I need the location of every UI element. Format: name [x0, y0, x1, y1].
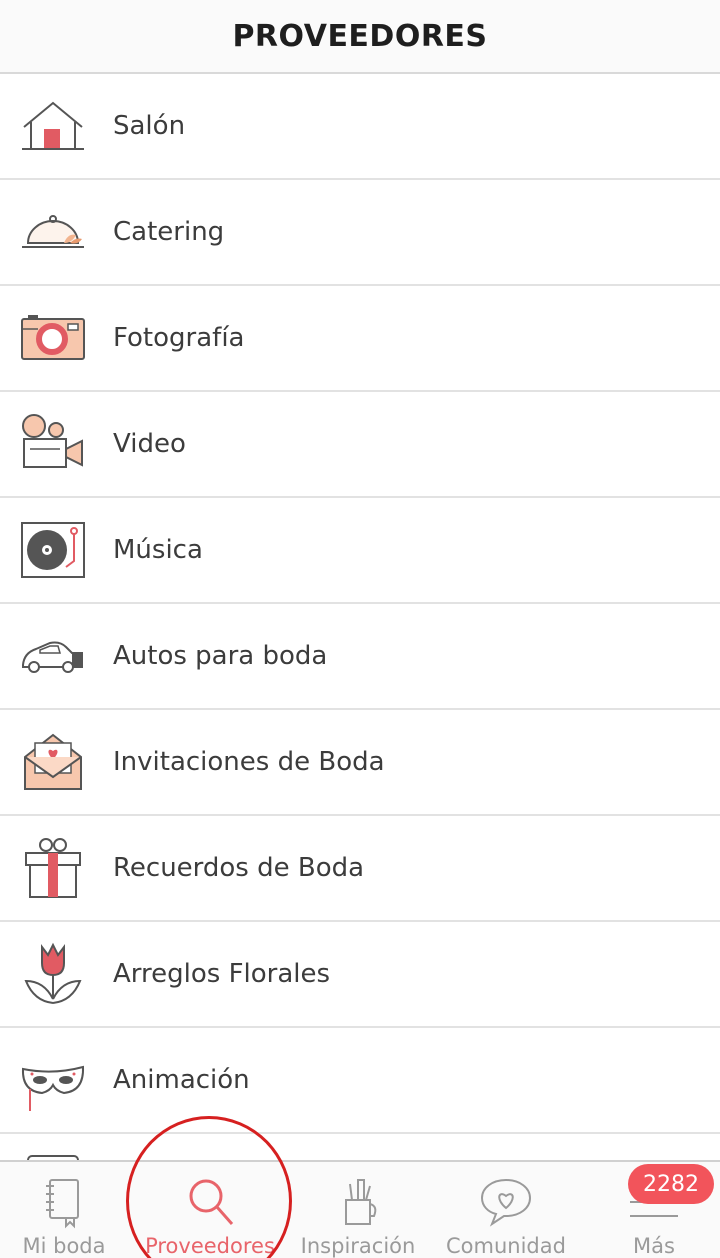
category-label: Recuerdos de Boda: [113, 853, 365, 883]
vendor-category-list: Salón Catering Fotografía Video Música A…: [0, 74, 720, 1174]
category-row-musica[interactable]: Música: [0, 498, 720, 604]
page-title: PROVEEDORES: [232, 18, 488, 54]
notification-badge: 2282: [628, 1164, 714, 1204]
search-icon: [189, 1179, 234, 1225]
gift-icon: [20, 835, 86, 901]
top-header: PROVEEDORES: [0, 0, 720, 74]
category-label: Catering: [113, 217, 225, 247]
camera-icon: [20, 305, 86, 371]
video-camera-icon: [20, 411, 86, 477]
tulip-icon: [20, 941, 86, 1007]
bottom-tab-bar: Mi boda Proveedores Inspiración Comunida…: [0, 1160, 720, 1258]
tab-mi-boda[interactable]: Mi boda: [0, 1162, 136, 1258]
category-label: Salón: [113, 111, 186, 141]
tab-label: Inspiración: [300, 1234, 416, 1258]
tab-label: Comunidad: [446, 1234, 566, 1258]
chat-heart-icon: [480, 1178, 532, 1227]
category-label: Fotografía: [113, 323, 245, 353]
tab-proveedores[interactable]: Proveedores: [138, 1162, 282, 1258]
category-row-fotografia[interactable]: Fotografía: [0, 286, 720, 392]
category-label: Animación: [113, 1065, 250, 1095]
house-icon: [20, 93, 86, 159]
category-label: Video: [113, 429, 186, 459]
category-row-salon[interactable]: Salón: [0, 74, 720, 180]
food-cloche-icon: [20, 199, 86, 265]
category-row-video[interactable]: Video: [0, 392, 720, 498]
tab-comunidad[interactable]: Comunidad: [434, 1162, 578, 1258]
pencil-cup-icon: [345, 1179, 377, 1225]
notebook-icon: [46, 1179, 79, 1229]
category-label: Invitaciones de Boda: [113, 747, 385, 777]
category-row-recuerdos[interactable]: Recuerdos de Boda: [0, 816, 720, 922]
tab-label: Mi boda: [22, 1234, 106, 1258]
tab-label: Más: [633, 1234, 675, 1258]
tab-label: Proveedores: [145, 1234, 275, 1258]
category-label: Arreglos Florales: [113, 959, 331, 989]
category-label: Autos para boda: [113, 641, 328, 671]
category-row-catering[interactable]: Catering: [0, 180, 720, 286]
category-row-invitaciones[interactable]: Invitaciones de Boda: [0, 710, 720, 816]
turntable-icon: [20, 517, 86, 583]
mask-icon: [20, 1047, 86, 1113]
category-row-autos[interactable]: Autos para boda: [0, 604, 720, 710]
tab-inspiracion[interactable]: Inspiración: [286, 1162, 430, 1258]
category-label: Música: [113, 535, 203, 565]
envelope-heart-icon: [20, 729, 86, 795]
category-row-arreglos[interactable]: Arreglos Florales: [0, 922, 720, 1028]
car-icon: [20, 623, 86, 689]
category-row-animacion[interactable]: Animación: [0, 1028, 720, 1134]
